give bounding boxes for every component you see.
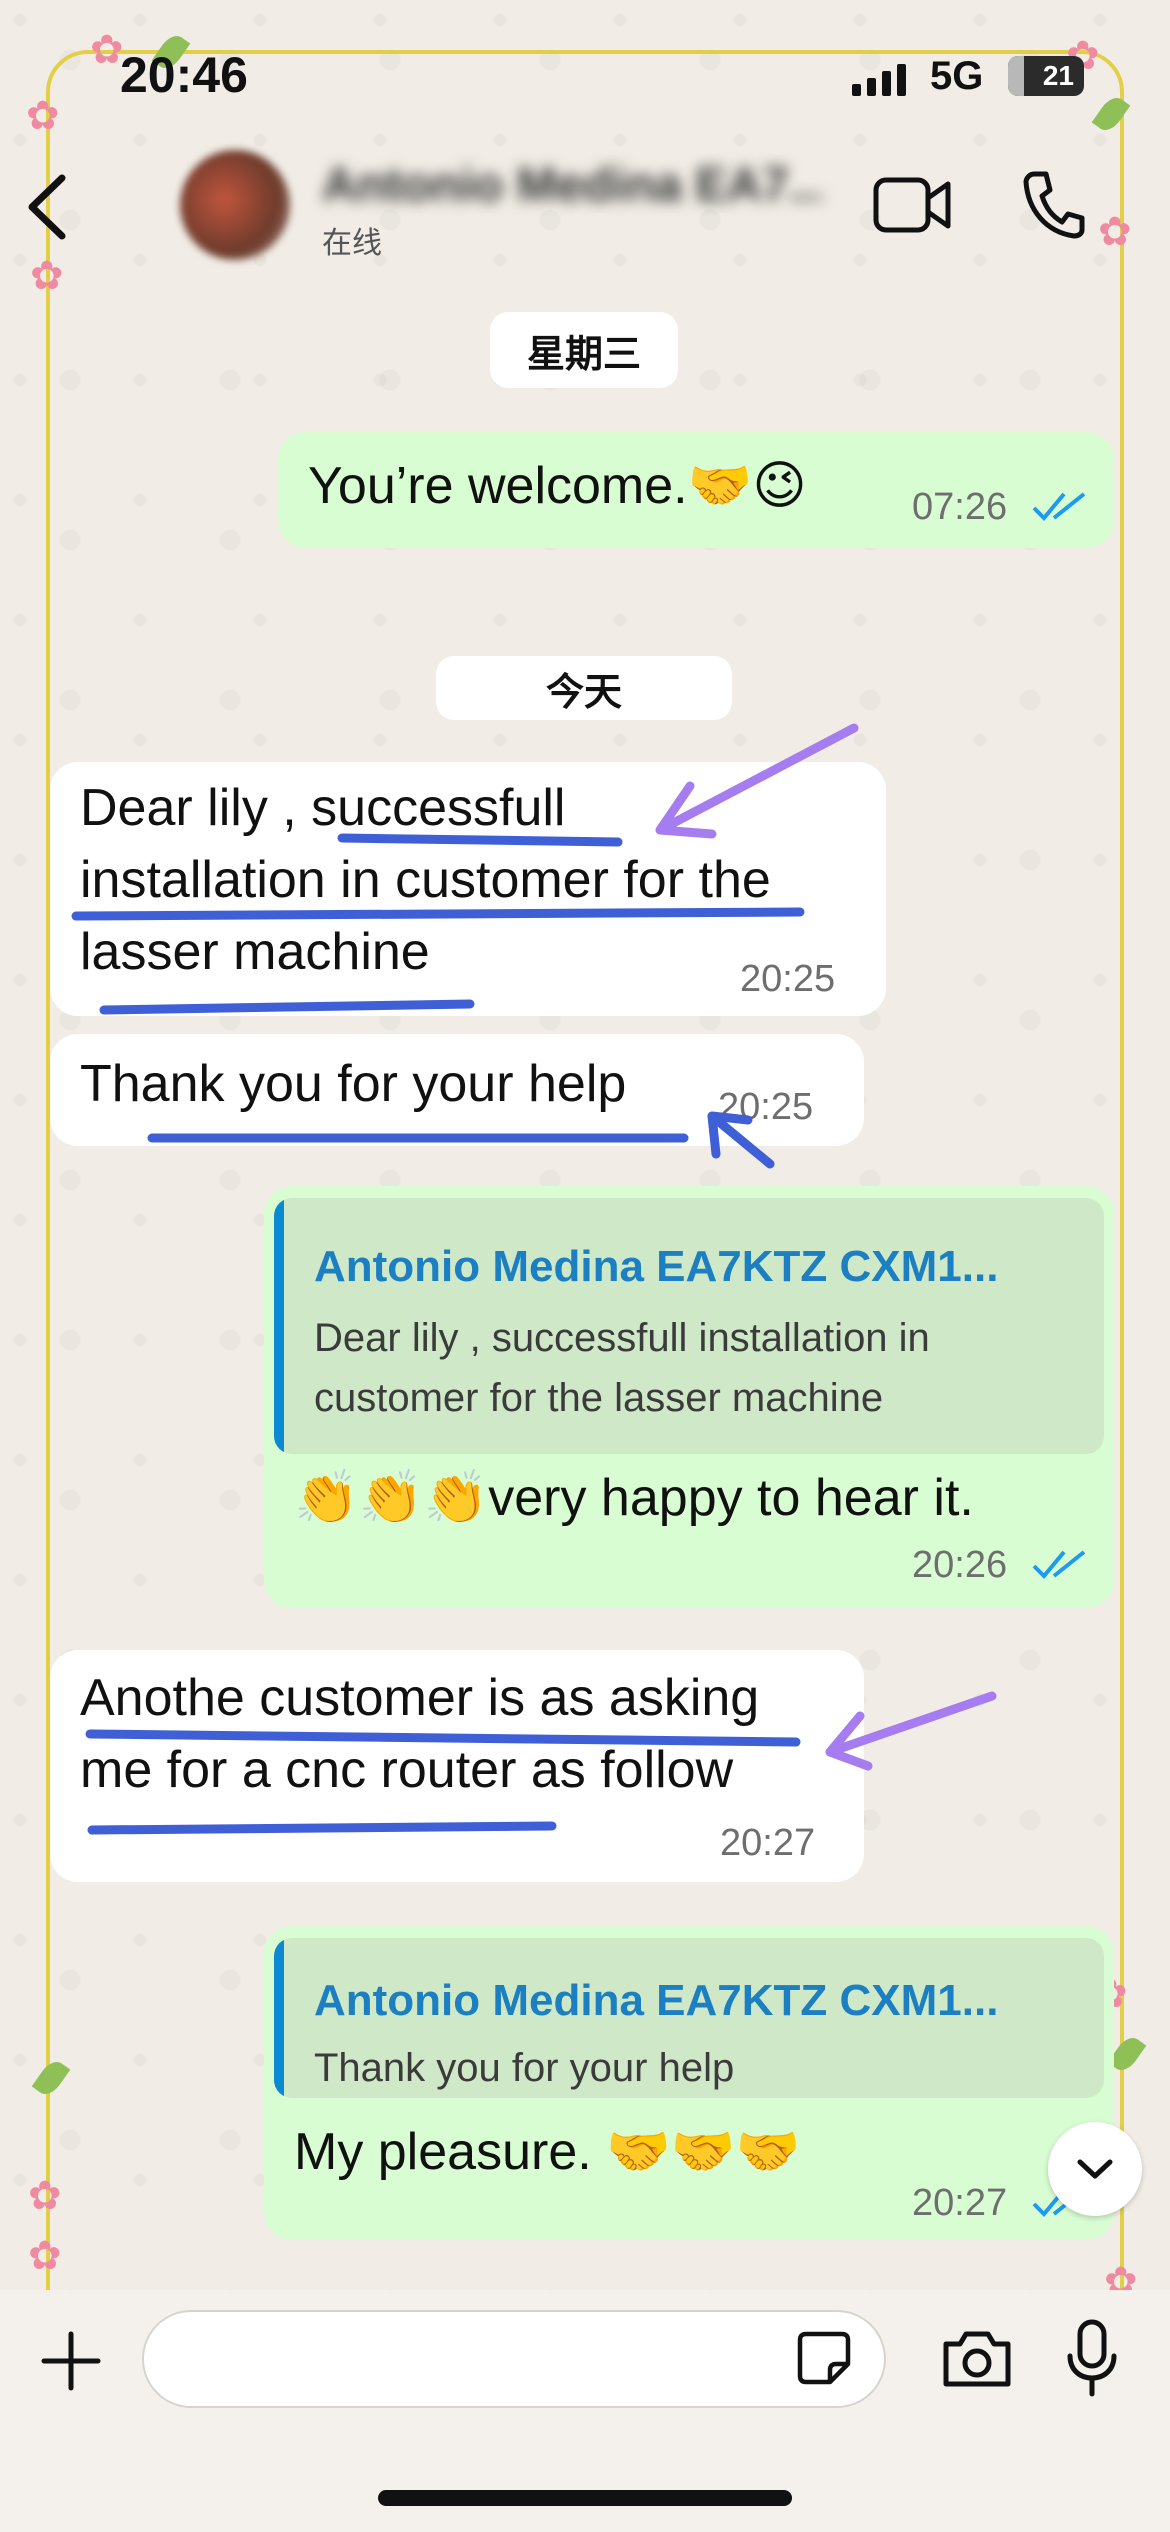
message-bubble-incoming[interactable]: Thank you for your help 20:25 xyxy=(50,1034,864,1146)
contact-name[interactable]: Antonio Medina EA7... xyxy=(322,158,822,213)
home-indicator[interactable] xyxy=(378,2490,792,2506)
message-text: Thank you for your help xyxy=(80,1055,627,1113)
message-text: You’re welcome.🤝😉 xyxy=(308,450,807,522)
battery-level xyxy=(1008,56,1024,96)
message-bubble-incoming[interactable]: Dear lily , successfull installation in … xyxy=(50,762,886,1016)
message-bubble-outgoing[interactable]: You’re welcome.🤝😉 07:26 xyxy=(278,432,1114,548)
quoted-message[interactable]: Antonio Medina EA7KTZ CXM1... Thank you … xyxy=(274,1938,1104,2098)
message-bubble-outgoing[interactable]: Antonio Medina EA7KTZ CXM1... Dear lily … xyxy=(264,1186,1114,1608)
signal-strength-icon xyxy=(852,62,906,96)
quote-accent-bar xyxy=(274,1198,284,1454)
message-text: 👏👏👏very happy to hear it. xyxy=(294,1462,974,1534)
battery-icon: 21 xyxy=(1008,56,1084,96)
quote-line: Thank you for your help xyxy=(314,2046,735,2090)
quote-author: Antonio Medina EA7KTZ CXM1... xyxy=(314,1242,999,1291)
message-emoji: 🤝😉 xyxy=(687,456,807,516)
date-separator: 今天 xyxy=(436,656,732,720)
double-check-icon xyxy=(1032,492,1086,521)
date-separator: 星期三 xyxy=(490,312,678,388)
message-time: 20:26 xyxy=(912,1544,1008,1586)
battery-percent: 21 xyxy=(1042,60,1074,91)
camera-icon[interactable] xyxy=(940,2328,1014,2390)
message-time: 20:27 xyxy=(720,1822,816,1864)
status-bar-time: 20:46 xyxy=(120,47,248,103)
message-text: My pleasure. 🤝🤝🤝 xyxy=(294,2116,800,2188)
message-line: Dear lily , successfull xyxy=(80,779,566,837)
flower-decoration-icon: ✿ xyxy=(30,253,64,299)
message-bubble-incoming[interactable]: Anothe customer is as asking me for a cn… xyxy=(50,1650,864,1882)
quoted-message[interactable]: Antonio Medina EA7KTZ CXM1... Dear lily … xyxy=(274,1198,1104,1454)
message-emoji: 👏👏👏 xyxy=(294,1468,489,1528)
scroll-to-bottom-button[interactable] xyxy=(1048,2122,1142,2216)
message-emoji: 🤝🤝🤝 xyxy=(606,2122,801,2182)
message-time: 20:25 xyxy=(740,958,836,1000)
flower-decoration-icon: ✿ xyxy=(26,93,60,139)
quote-accent-bar xyxy=(274,1938,284,2098)
sticker-icon[interactable] xyxy=(796,2330,852,2386)
message-text-body: You’re welcome. xyxy=(308,457,688,515)
phone-call-icon[interactable] xyxy=(1020,168,1086,240)
flower-decoration-icon: ✿ xyxy=(28,2173,62,2219)
flower-decoration-icon: ✿ xyxy=(1098,209,1132,255)
double-check-icon xyxy=(1032,1550,1086,1579)
quote-author: Antonio Medina EA7KTZ CXM1... xyxy=(314,1976,999,2025)
flower-decoration-icon: ✿ xyxy=(28,2233,62,2279)
avatar[interactable] xyxy=(180,150,290,260)
message-line: installation in customer for the xyxy=(80,851,771,909)
flower-decoration-icon: ✿ xyxy=(90,27,124,73)
contact-status: 在线 xyxy=(322,227,382,260)
message-input[interactable] xyxy=(142,2310,886,2408)
network-type: 5G xyxy=(930,54,984,98)
message-line: Anothe customer is as asking xyxy=(80,1669,760,1727)
back-icon[interactable] xyxy=(24,172,68,242)
microphone-icon[interactable] xyxy=(1066,2318,1118,2398)
chevron-down-icon xyxy=(1077,2159,1113,2179)
message-line: me for a cnc router as follow xyxy=(80,1741,734,1799)
quote-line: customer for the lasser machine xyxy=(314,1376,884,1420)
quote-line: Dear lily , successfull installation in xyxy=(314,1316,930,1360)
video-call-icon[interactable] xyxy=(872,172,952,238)
message-bubble-outgoing[interactable]: Antonio Medina EA7KTZ CXM1... Thank you … xyxy=(264,1926,1114,2240)
message-time: 07:26 xyxy=(912,486,1008,528)
message-text-body: My pleasure. xyxy=(294,2123,607,2181)
message-time: 20:27 xyxy=(912,2182,1008,2224)
message-line: lasser machine xyxy=(80,923,430,981)
plus-icon[interactable] xyxy=(40,2330,102,2392)
message-time: 20:25 xyxy=(718,1086,814,1128)
message-text-body: very happy to hear it. xyxy=(488,1469,974,1527)
